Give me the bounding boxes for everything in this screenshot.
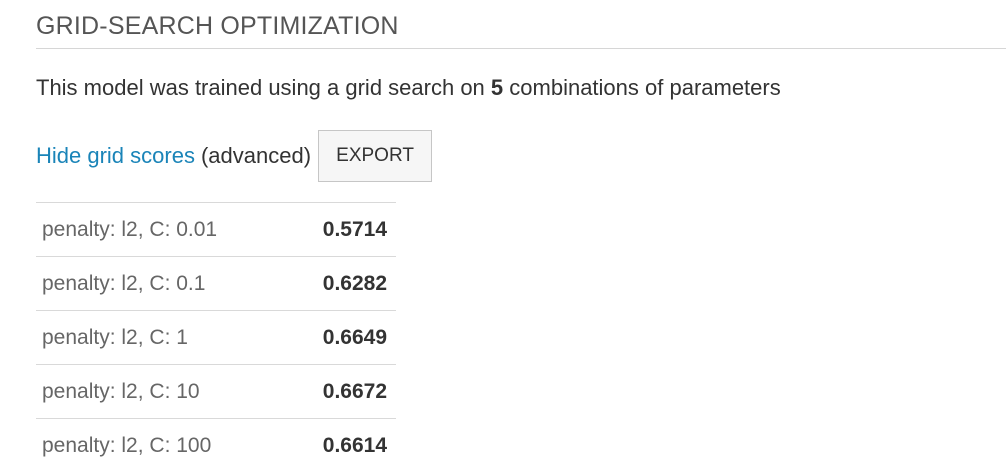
table-row: penalty: l2, C: 1 0.6649 bbox=[36, 310, 396, 365]
param-combination: penalty: l2, C: 0.01 bbox=[42, 217, 218, 241]
export-button[interactable]: EXPORT bbox=[318, 130, 433, 182]
score-value: 0.6282 bbox=[322, 271, 387, 295]
table-row: penalty: l2, C: 0.01 0.5714 bbox=[36, 202, 396, 257]
param-combination: penalty: l2, C: 0.1 bbox=[42, 271, 206, 295]
score-value: 0.6614 bbox=[322, 433, 387, 457]
grid-scores-actions: Hide grid scores (advanced) EXPORT bbox=[36, 130, 433, 182]
score-value: 0.5714 bbox=[322, 217, 387, 241]
score-value: 0.6649 bbox=[322, 325, 387, 349]
param-combination: penalty: l2, C: 100 bbox=[42, 433, 212, 457]
description-text: This model was trained using a grid sear… bbox=[36, 75, 781, 101]
table-row: penalty: l2, C: 100 0.6614 bbox=[36, 418, 396, 473]
grid-search-section: GRID-SEARCH OPTIMIZATION This model was … bbox=[0, 0, 1006, 476]
table-row: penalty: l2, C: 0.1 0.6282 bbox=[36, 256, 396, 311]
score-value: 0.6672 bbox=[322, 379, 387, 403]
section-title: GRID-SEARCH OPTIMIZATION bbox=[36, 12, 399, 40]
param-combination: penalty: l2, C: 1 bbox=[42, 325, 188, 349]
advanced-note: (advanced) bbox=[200, 143, 312, 168]
title-divider bbox=[36, 48, 1006, 49]
description-suffix: combinations of parameters bbox=[503, 75, 781, 100]
param-combination: penalty: l2, C: 10 bbox=[42, 379, 200, 403]
table-row: penalty: l2, C: 10 0.6672 bbox=[36, 364, 396, 419]
grid-scores-table: penalty: l2, C: 0.01 0.5714 penalty: l2,… bbox=[36, 202, 396, 473]
description-prefix: This model was trained using a grid sear… bbox=[36, 75, 491, 100]
hide-grid-scores-link[interactable]: Hide grid scores bbox=[36, 143, 195, 169]
combination-count: 5 bbox=[490, 75, 504, 100]
